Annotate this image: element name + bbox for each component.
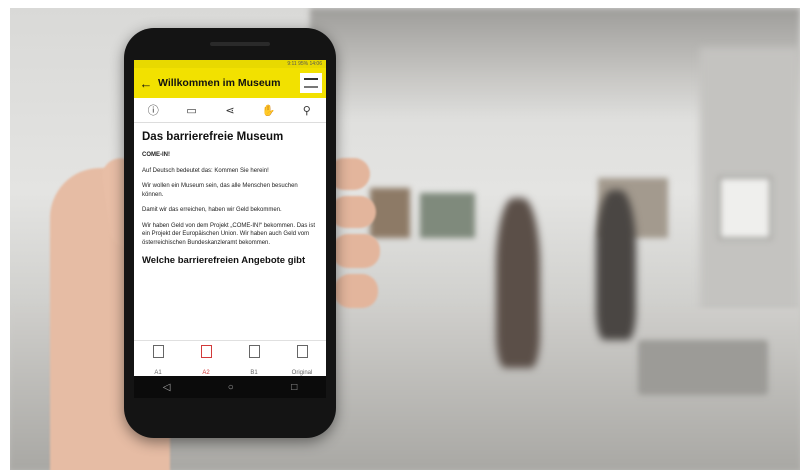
arrow-left-icon[interactable]: ← — [134, 76, 158, 91]
article-content: Das barrierefreie Museum COME-IN! Auf De… — [134, 123, 326, 266]
back-softkey-icon[interactable]: ◁ — [163, 382, 171, 393]
nav-item-a1[interactable]: A1 — [138, 341, 178, 376]
comment-icon[interactable]: ▭ — [182, 104, 202, 117]
visitor-figure — [596, 190, 636, 340]
android-nav-bar: ◁ ○ □ — [134, 376, 326, 398]
article-paragraph: Wir wollen ein Museum sein, das alle Men… — [142, 183, 298, 198]
app-bar: ← Willkommen im Museum — [134, 68, 326, 98]
page-title: Willkommen im Museum — [158, 77, 281, 89]
recent-apps-softkey-icon[interactable]: □ — [291, 382, 297, 393]
document-icon — [152, 345, 164, 358]
article-paragraph: Wir haben Geld von dem Projekt „COME-IN!… — [142, 222, 316, 246]
article-label: COME-IN! — [142, 152, 170, 158]
article-paragraph: Damit wir das erreichen, haben wir Geld … — [142, 207, 282, 213]
nav-item-b1[interactable]: B1 — [234, 341, 274, 376]
visitor-figure — [496, 198, 540, 368]
location-pin-icon[interactable]: ⚲ — [297, 104, 317, 117]
toolbar: ⓘ ▭ ⋖ ✋ ⚲ — [134, 98, 326, 123]
nav-item-original[interactable]: Original — [282, 341, 322, 376]
info-icon[interactable]: ⓘ — [143, 102, 163, 118]
finger — [334, 274, 378, 308]
phone-screen: 9:11 95% 14:06 ← Willkommen im Museum ⓘ … — [134, 60, 326, 376]
hand-icon[interactable]: ✋ — [258, 104, 278, 117]
article-paragraph: Auf Deutsch bedeutet das: Kommen Sie her… — [142, 167, 269, 174]
home-softkey-icon[interactable]: ○ — [228, 382, 234, 393]
article-subheading: Welche barrierefreien Angebote gibt — [142, 255, 306, 266]
share-icon[interactable]: ⋖ — [220, 104, 240, 117]
document-icon — [248, 345, 260, 358]
finger — [330, 196, 376, 228]
artwork-frame — [420, 193, 475, 238]
status-bar: 9:11 95% 14:06 — [134, 60, 326, 68]
nav-item-a2[interactable]: A2 — [186, 341, 226, 376]
come-in-logo — [300, 73, 322, 93]
document-icon — [200, 345, 212, 358]
artwork-frame — [370, 188, 410, 238]
phone-speaker — [210, 42, 270, 46]
artwork-frame — [718, 176, 772, 240]
finger — [332, 234, 380, 268]
gallery-bench — [638, 340, 768, 395]
document-icon — [296, 345, 308, 358]
article-heading: Das barrierefreie Museum — [142, 131, 284, 143]
bottom-nav: A1 A2 B1 Original — [134, 340, 326, 376]
